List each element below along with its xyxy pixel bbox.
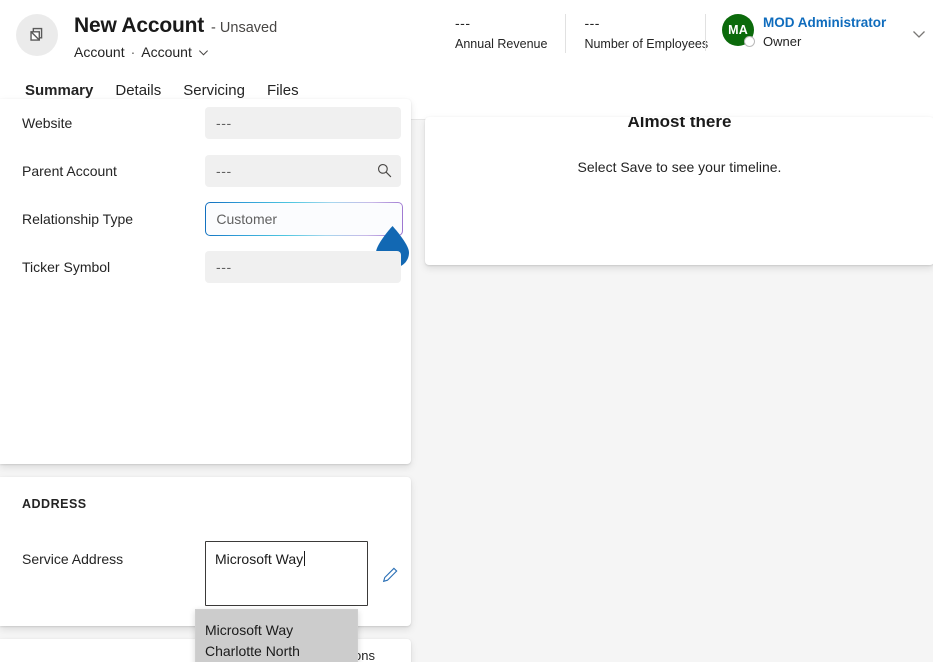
stat-label: Number of Employees [584,37,709,51]
tab-label: Servicing [183,82,245,99]
field-row-relationship-type: Relationship Type Customer [22,195,409,268]
owner-role-label: Owner [763,34,802,49]
field-label: Relationship Type [22,211,134,227]
chevron-down-icon[interactable] [198,47,209,58]
field-label: Website [22,115,73,131]
unsaved-indicator: - Unsaved [211,20,278,36]
text-cursor [304,551,306,566]
record-header: New Account - Unsaved Account · Account … [0,0,933,78]
service-address-value: Microsoft Way [215,551,304,567]
ai-suggestion-highlight: Customer [205,202,403,236]
form-body: Website --- Parent Account --- Relations… [0,99,933,662]
field-label: Parent Account [22,163,117,179]
stat-label: Annual Revenue [455,37,548,51]
field-row-service-address: Service Address Microsoft Way [22,541,398,606]
field-row-website: Website --- [22,99,401,147]
stat-number-of-employees: --- Number of Employees [565,14,726,53]
website-input[interactable]: --- [205,107,401,139]
header-identity: New Account - Unsaved Account · Account [0,0,277,60]
address-section-heading: ADDRESS [22,497,87,511]
address-autocomplete-dropdown[interactable]: Microsoft Way Charlotte North Carolina U… [195,609,358,662]
relationship-type-input[interactable]: Customer [206,203,402,235]
avatar: MA [722,14,755,47]
tab-label: Files [266,82,299,99]
tab-label: Details [115,82,162,99]
field-row-ticker-symbol: Ticker Symbol --- [22,243,401,291]
owner-field[interactable]: MA MOD Administrator Owner [705,14,925,51]
dynamics-account-form-page: New Account - Unsaved Account · Account … [0,0,933,662]
header-quick-stats: --- Annual Revenue --- Number of Employe… [455,14,726,53]
address-card: ADDRESS Service Address Microsoft Way [0,477,411,626]
field-label: Ticker Symbol [22,259,111,275]
stat-value: --- [455,15,471,31]
timeline-empty-subtitle: Select Save to see your timeline. [577,159,782,175]
autocomplete-option[interactable]: Microsoft Way Charlotte North Carolina U… [196,610,357,662]
edit-pencil-icon[interactable] [381,566,399,589]
owner-name[interactable]: MOD Administrator [763,14,886,32]
stat-annual-revenue: --- Annual Revenue [455,14,565,53]
breadcrumb-form-selector[interactable]: Account [141,44,192,60]
account-entity-icon [16,14,58,56]
header-expand-chevron-down-icon[interactable] [911,26,927,47]
search-icon[interactable] [376,162,393,184]
field-row-parent-account: Parent Account --- [22,147,401,195]
timeline-empty-title: Almost there [627,117,732,131]
ticker-symbol-input[interactable]: --- [205,251,401,283]
page-title: New Account [74,14,205,37]
parent-account-input[interactable]: --- [205,155,401,187]
stat-value: --- [584,15,600,31]
breadcrumb-separator: · [130,44,136,60]
breadcrumb: Account · Account [74,44,277,60]
field-label: Service Address [22,551,124,567]
service-address-input[interactable]: Microsoft Way [205,541,368,606]
timeline-empty-state: Almost there Select Save to see your tim… [425,117,933,175]
presence-indicator-icon [744,36,755,47]
timeline-card: Almost there Select Save to see your tim… [425,117,933,265]
general-information-card: Website --- Parent Account --- Relations… [0,99,411,464]
tab-label: Summary [25,82,94,99]
breadcrumb-entity: Account [74,44,125,60]
